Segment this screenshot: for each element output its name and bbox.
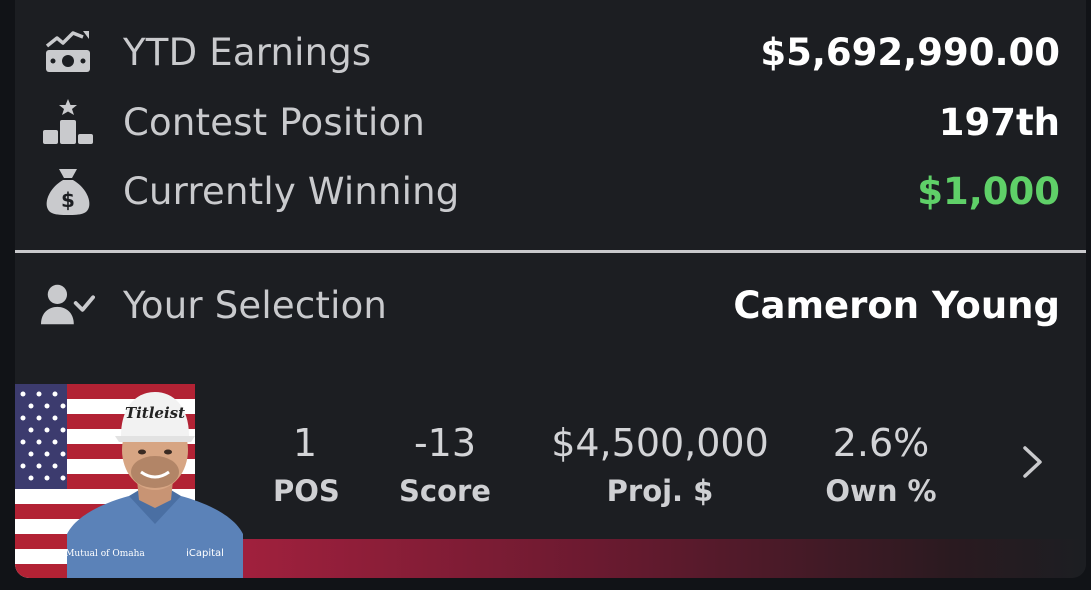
- shirt-sponsor-right: iCapital: [186, 548, 224, 559]
- currently-winning-label: Currently Winning: [123, 169, 460, 213]
- ytd-earnings-label: YTD Earnings: [123, 30, 372, 74]
- stat-value: $4,500,000: [551, 421, 769, 465]
- stat-value: -13: [413, 421, 477, 465]
- currently-winning-row: $ Currently Winning $1,000: [15, 161, 1086, 221]
- cap-logo-text: Titleist: [125, 404, 185, 422]
- player-stats-row[interactable]: Titleist Mutual of Omaha iCapital 1 POS …: [15, 384, 1086, 578]
- contest-summary-card: YTD Earnings $5,692,990.00 Contest Posit…: [15, 0, 1086, 578]
- stat-label: Own %: [825, 474, 937, 508]
- stat-label: POS: [273, 474, 340, 508]
- stat-value: 2.6%: [832, 421, 930, 465]
- shirt-sponsor-left: Mutual of Omaha: [67, 549, 145, 559]
- user-check-icon: [41, 279, 95, 331]
- your-selection-label: Your Selection: [123, 283, 388, 327]
- section-divider: [15, 250, 1086, 253]
- contest-position-value: 197th: [938, 100, 1060, 144]
- chevron-right-icon[interactable]: [1020, 442, 1046, 482]
- stat-projected-earnings: $4,500,000 Proj. $: [545, 418, 775, 514]
- stat-label: Proj. $: [606, 474, 714, 508]
- stat-value: 1: [292, 421, 318, 465]
- ytd-earnings-row: YTD Earnings $5,692,990.00: [15, 22, 1086, 82]
- accent-band: [195, 539, 1086, 578]
- money-bag-icon: $: [41, 165, 95, 217]
- your-selection-row: Your Selection Cameron Young: [15, 275, 1086, 335]
- selected-golfer-name: Cameron Young: [733, 283, 1060, 327]
- stat-score: -13 Score: [395, 418, 495, 514]
- ytd-earnings-value: $5,692,990.00: [760, 30, 1060, 74]
- stat-position: 1 POS: [273, 418, 340, 514]
- player-photo: Titleist Mutual of Omaha iCapital: [67, 392, 243, 578]
- stat-label: Score: [399, 474, 491, 508]
- chart-money-icon: [41, 26, 95, 78]
- podium-icon: [41, 96, 95, 148]
- contest-position-row: Contest Position 197th: [15, 92, 1086, 152]
- currently-winning-value: $1,000: [917, 169, 1060, 213]
- svg-text:$: $: [61, 188, 75, 212]
- contest-position-label: Contest Position: [123, 100, 426, 144]
- stat-ownership: 2.6% Own %: [821, 418, 941, 514]
